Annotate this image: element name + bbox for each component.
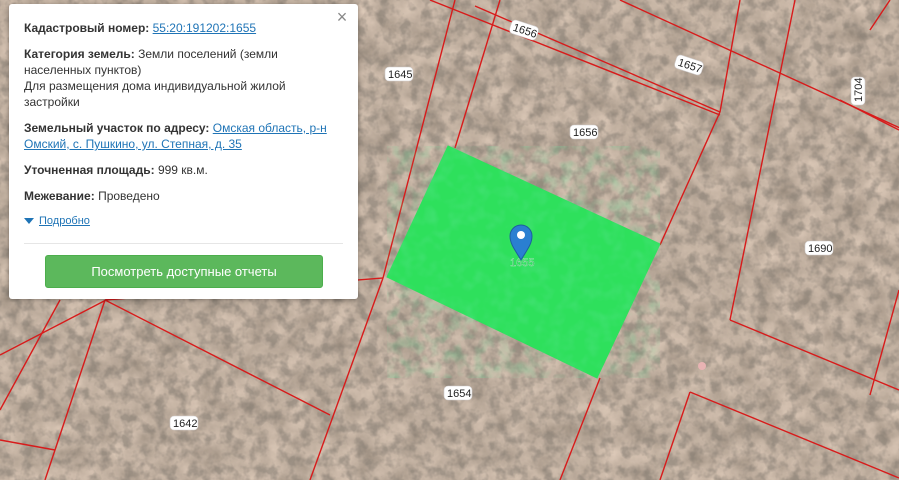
address-label: Земельный участок по адресу: [24,121,210,135]
svg-text:1704: 1704 [853,78,865,102]
land-use-value: Для размещения дома индивидуальной жилой… [24,79,286,109]
svg-text:1654: 1654 [447,388,471,400]
parcel-label-1645: 1645 [384,66,414,82]
area-label: Уточненная площадь: [24,163,155,177]
close-icon[interactable]: × [333,8,351,26]
survey-label: Межевание: [24,189,95,203]
cadastral-number-label: Кадастровый номер: [24,21,150,35]
parcel-label-1642: 1642 [169,415,199,431]
details-toggle[interactable]: Подробно [24,213,343,229]
view-reports-button[interactable]: Посмотреть доступные отчеты [45,255,323,288]
area-value: 999 кв.м. [157,163,208,177]
land-category-label: Категория земель: [24,47,135,61]
popup-divider [24,243,343,244]
survey-row: Межевание: Проведено [24,188,343,204]
parcel-info-popup: × Кадастровый номер: 55:20:191202:1655 К… [9,4,358,299]
svg-text:1645: 1645 [388,69,412,81]
cadastral-number-link[interactable]: 55:20:191202:1655 [153,21,256,35]
address-row: Земельный участок по адресу: Омская обла… [24,120,343,152]
details-link[interactable]: Подробно [39,213,90,229]
svg-text:1656: 1656 [573,127,597,139]
parcel-label-1704: 1704 [850,76,866,106]
svg-text:1642: 1642 [173,418,197,430]
parcel-label-1690: 1690 [804,240,834,256]
caret-down-icon [24,218,34,224]
land-category-row: Категория земель: Земли поселений (земли… [24,46,343,110]
area-row: Уточненная площадь: 999 кв.м. [24,162,343,178]
survey-value: Проведено [98,189,160,203]
map-point [698,362,706,370]
parcel-label-1656: 1656 [569,124,599,140]
svg-text:1690: 1690 [808,243,832,255]
cadastral-number-row: Кадастровый номер: 55:20:191202:1655 [24,20,343,36]
parcel-label-1654: 1654 [443,385,473,401]
